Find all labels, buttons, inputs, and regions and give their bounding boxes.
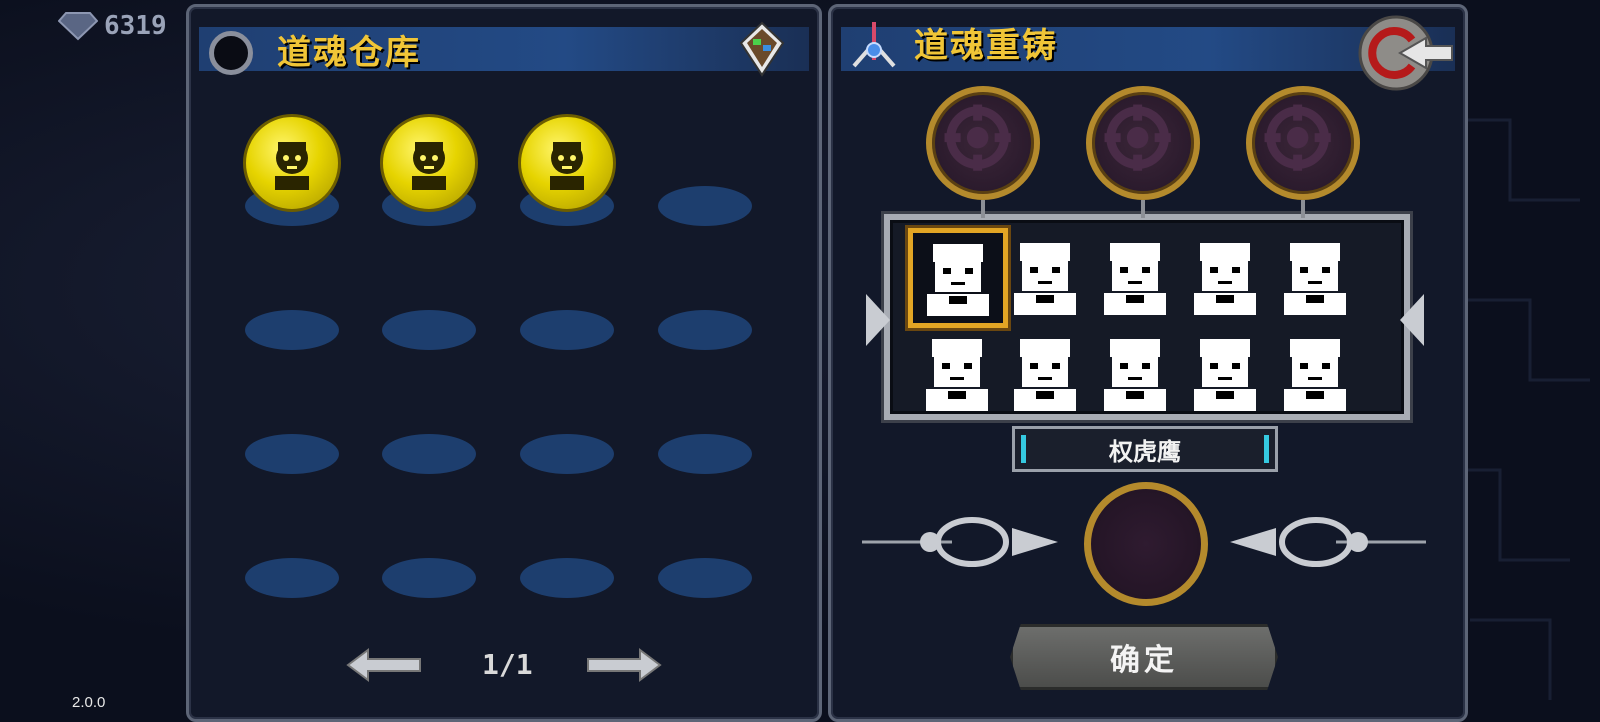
reforge-slot[interactable]: [1246, 86, 1360, 200]
soul-slot[interactable]: [658, 434, 752, 474]
scroll-right-arrow-icon[interactable]: [1400, 294, 1424, 346]
orb-connector: [1301, 200, 1305, 218]
currency-bar: 6319: [58, 6, 167, 46]
portrait-masked-icon[interactable]: [1270, 232, 1360, 322]
soul-storage-panel: 道魂仓库: [186, 4, 822, 722]
reforge-slot[interactable]: [1086, 86, 1200, 200]
pagination: 1/1: [186, 646, 816, 686]
back-arrow-icon[interactable]: [1356, 12, 1456, 94]
ring-icon: [209, 31, 253, 75]
gold-soul-mask-icon[interactable]: [380, 114, 478, 212]
soul-slot[interactable]: [520, 310, 614, 350]
left-ornament: [862, 517, 1058, 567]
scroll-left-arrow-icon[interactable]: [866, 294, 890, 346]
soul-slot[interactable]: [658, 558, 752, 598]
version-label: 2.0.0: [72, 694, 106, 711]
soul-slot[interactable]: [245, 558, 339, 598]
orb-connector: [981, 200, 985, 218]
soul-slot[interactable]: [382, 434, 476, 474]
panel-title: 道魂仓库: [277, 33, 421, 73]
soul-slot[interactable]: [520, 434, 614, 474]
soul-slot[interactable]: [245, 310, 339, 350]
confirm-button[interactable]: 确定: [1010, 624, 1278, 690]
next-page-arrow-icon[interactable]: [586, 646, 662, 684]
reforge-slot[interactable]: [926, 86, 1040, 200]
spellbook-icon[interactable]: [739, 21, 785, 77]
gem-icon: [58, 12, 98, 41]
soul-slot[interactable]: [245, 434, 339, 474]
prev-page-arrow-icon[interactable]: [346, 646, 422, 684]
panel-title: 道魂重铸: [914, 26, 1058, 66]
soul-slot[interactable]: [520, 558, 614, 598]
gem-count: 6319: [104, 11, 167, 41]
soul-slot[interactable]: [658, 186, 752, 226]
portrait-tusk-icon[interactable]: [912, 328, 1002, 418]
page-indicator: 1/1: [482, 648, 533, 681]
portrait-glasses-icon[interactable]: [1000, 232, 1090, 322]
soul-slot[interactable]: [382, 310, 476, 350]
portrait-longhair-icon[interactable]: [1180, 232, 1270, 322]
soul-slot[interactable]: [658, 310, 752, 350]
portrait-flower-icon[interactable]: [1000, 328, 1090, 418]
forge-sword-icon: [852, 22, 896, 68]
gold-soul-girl-icon[interactable]: [243, 114, 341, 212]
reforge-result-slot[interactable]: [1084, 482, 1208, 606]
portrait-cowboy-icon[interactable]: [1090, 328, 1180, 418]
selected-soul-name: 权虎鹰: [1012, 426, 1278, 472]
right-ornament: [1230, 517, 1426, 567]
orb-connector: [1141, 200, 1145, 218]
portrait-viking-icon[interactable]: [1180, 328, 1270, 418]
gold-soul-bun-icon[interactable]: [518, 114, 616, 212]
portrait-bunny-icon[interactable]: [1270, 328, 1360, 418]
soul-slot[interactable]: [382, 558, 476, 598]
portrait-bangs-icon[interactable]: [908, 228, 1008, 328]
portrait-bandana-icon[interactable]: [1090, 232, 1180, 322]
